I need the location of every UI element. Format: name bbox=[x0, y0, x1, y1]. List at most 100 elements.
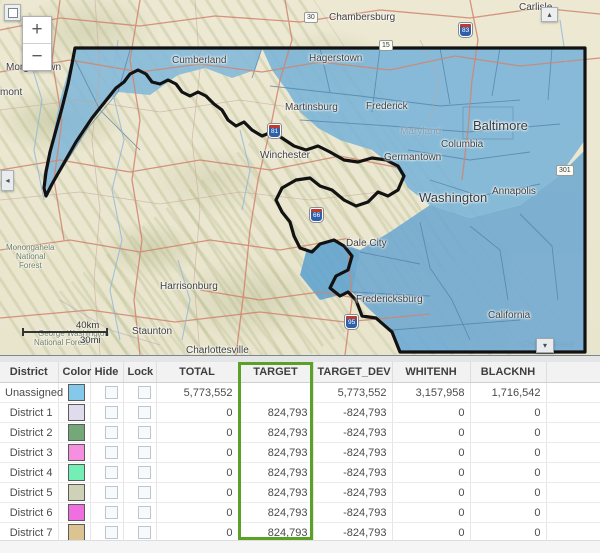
lock-checkbox[interactable] bbox=[137, 446, 151, 459]
whitenh-cell[interactable]: 0 bbox=[392, 462, 471, 483]
lock-checkbox[interactable] bbox=[137, 406, 151, 419]
lock-checkbox[interactable] bbox=[137, 506, 151, 519]
target-dev-cell[interactable]: -824,793 bbox=[313, 482, 393, 503]
column-header-blacknh[interactable]: BLACKNH bbox=[470, 362, 547, 383]
target-cell[interactable] bbox=[238, 382, 314, 403]
whitenh-cell[interactable]: 0 bbox=[392, 402, 471, 423]
color-swatch[interactable] bbox=[67, 464, 85, 481]
column-header-spacer[interactable] bbox=[546, 362, 600, 383]
district-statistics-panel[interactable]: District Color Hide Lock TOTAL TARGET TARGET_D… bbox=[0, 362, 600, 553]
column-header-target_dev[interactable]: TARGET_DEV bbox=[313, 362, 393, 383]
target-dev-cell[interactable]: -824,793 bbox=[313, 422, 393, 443]
lock-checkbox[interactable] bbox=[137, 426, 151, 439]
total-cell[interactable]: 0 bbox=[156, 502, 239, 523]
whitenh-cell[interactable]: 0 bbox=[392, 422, 471, 443]
table-row[interactable]: District 1 0 824,793 -824,793 0 0 bbox=[0, 402, 600, 423]
zoom-in-button[interactable]: + bbox=[23, 17, 51, 43]
target-dev-cell[interactable]: 5,773,552 bbox=[313, 382, 393, 403]
column-header-color[interactable]: Color bbox=[58, 362, 91, 383]
district-color-cell[interactable] bbox=[58, 402, 91, 423]
district-name-cell[interactable]: District 3 bbox=[0, 442, 59, 463]
lock-cell[interactable] bbox=[123, 502, 157, 523]
color-swatch[interactable] bbox=[67, 424, 85, 441]
district-name-cell[interactable]: District 5 bbox=[0, 482, 59, 503]
district-name-cell[interactable]: District 6 bbox=[0, 502, 59, 523]
total-cell[interactable]: 5,773,552 bbox=[156, 382, 239, 403]
chevron-down-icon[interactable]: ▾ bbox=[536, 338, 554, 353]
hide-cell[interactable] bbox=[90, 502, 124, 523]
hide-checkbox[interactable] bbox=[104, 506, 118, 519]
hide-checkbox[interactable] bbox=[104, 526, 118, 539]
whitenh-cell[interactable]: 0 bbox=[392, 442, 471, 463]
district-color-cell[interactable] bbox=[58, 482, 91, 503]
total-cell[interactable]: 0 bbox=[156, 442, 239, 463]
color-swatch[interactable] bbox=[67, 384, 85, 401]
map-top-right-button[interactable]: ▴ bbox=[541, 7, 558, 22]
color-swatch[interactable] bbox=[67, 504, 85, 521]
blacknh-cell[interactable]: 0 bbox=[470, 502, 547, 523]
hide-checkbox[interactable] bbox=[104, 446, 118, 459]
table-row[interactable]: District 6 0 824,793 -824,793 0 0 bbox=[0, 502, 600, 523]
lock-cell[interactable] bbox=[123, 482, 157, 503]
lock-checkbox[interactable] bbox=[137, 386, 151, 399]
lock-cell[interactable] bbox=[123, 382, 157, 403]
whitenh-cell[interactable]: 0 bbox=[392, 502, 471, 523]
district-name-cell[interactable]: Unassigned bbox=[0, 382, 63, 403]
district-color-cell[interactable] bbox=[58, 462, 91, 483]
hide-checkbox[interactable] bbox=[104, 386, 118, 399]
hide-checkbox[interactable] bbox=[104, 466, 118, 479]
hide-cell[interactable] bbox=[90, 462, 124, 483]
zoom-controls[interactable]: + − bbox=[22, 16, 52, 71]
table-row[interactable]: District 5 0 824,793 -824,793 0 0 bbox=[0, 482, 600, 503]
total-cell[interactable]: 0 bbox=[156, 422, 239, 443]
whitenh-cell[interactable]: 3,157,958 bbox=[392, 382, 471, 403]
blacknh-cell[interactable]: 0 bbox=[470, 462, 547, 483]
blacknh-cell[interactable]: 0 bbox=[470, 422, 547, 443]
hide-cell[interactable] bbox=[90, 402, 124, 423]
lock-checkbox[interactable] bbox=[137, 486, 151, 499]
hide-checkbox[interactable] bbox=[104, 426, 118, 439]
lock-cell[interactable] bbox=[123, 462, 157, 483]
table-row[interactable]: District 4 0 824,793 -824,793 0 0 bbox=[0, 462, 600, 483]
table-row[interactable]: Unassigned 5,773,552 5,773,552 3,157,958 1,7… bbox=[0, 382, 600, 403]
district-color-cell[interactable] bbox=[58, 502, 91, 523]
blacknh-cell[interactable]: 0 bbox=[470, 482, 547, 503]
district-name-cell[interactable]: District 1 bbox=[0, 402, 59, 423]
blacknh-cell[interactable]: 0 bbox=[470, 442, 547, 463]
lock-cell[interactable] bbox=[123, 442, 157, 463]
district-name-cell[interactable]: District 2 bbox=[0, 422, 59, 443]
lock-checkbox[interactable] bbox=[137, 526, 151, 539]
color-swatch[interactable] bbox=[67, 404, 85, 421]
total-cell[interactable]: 0 bbox=[156, 462, 239, 483]
column-header-lock[interactable]: Lock bbox=[123, 362, 157, 383]
column-header-whitenh[interactable]: WHITENH bbox=[392, 362, 471, 383]
whitenh-cell[interactable]: 0 bbox=[392, 482, 471, 503]
column-header-hide[interactable]: Hide bbox=[90, 362, 124, 383]
target-cell[interactable]: 824,793 bbox=[238, 402, 314, 423]
target-dev-cell[interactable]: -824,793 bbox=[313, 402, 393, 423]
column-header-total[interactable]: TOTAL bbox=[156, 362, 239, 383]
hide-cell[interactable] bbox=[90, 482, 124, 503]
panel-toggle-button[interactable] bbox=[4, 4, 21, 21]
zoom-out-button[interactable]: − bbox=[23, 43, 51, 70]
color-swatch[interactable] bbox=[67, 444, 85, 461]
lock-cell[interactable] bbox=[123, 422, 157, 443]
hide-checkbox[interactable] bbox=[104, 486, 118, 499]
target-cell[interactable]: 824,793 bbox=[238, 422, 314, 443]
target-cell[interactable]: 824,793 bbox=[238, 502, 314, 523]
target-cell[interactable]: 824,793 bbox=[238, 462, 314, 483]
target-cell[interactable]: 824,793 bbox=[238, 482, 314, 503]
blacknh-cell[interactable]: 1,716,542 bbox=[470, 382, 547, 403]
hide-cell[interactable] bbox=[90, 422, 124, 443]
blacknh-cell[interactable]: 0 bbox=[470, 402, 547, 423]
target-dev-cell[interactable]: -824,793 bbox=[313, 502, 393, 523]
hide-checkbox[interactable] bbox=[104, 406, 118, 419]
district-name-cell[interactable]: District 4 bbox=[0, 462, 59, 483]
table-row[interactable]: District 3 0 824,793 -824,793 0 0 bbox=[0, 442, 600, 463]
target-dev-cell[interactable]: -824,793 bbox=[313, 462, 393, 483]
color-swatch[interactable] bbox=[67, 524, 85, 541]
color-swatch[interactable] bbox=[67, 484, 85, 501]
left-collapse-chevron-icon[interactable]: ◂ bbox=[1, 170, 14, 191]
district-color-cell[interactable] bbox=[58, 442, 91, 463]
lock-checkbox[interactable] bbox=[137, 466, 151, 479]
